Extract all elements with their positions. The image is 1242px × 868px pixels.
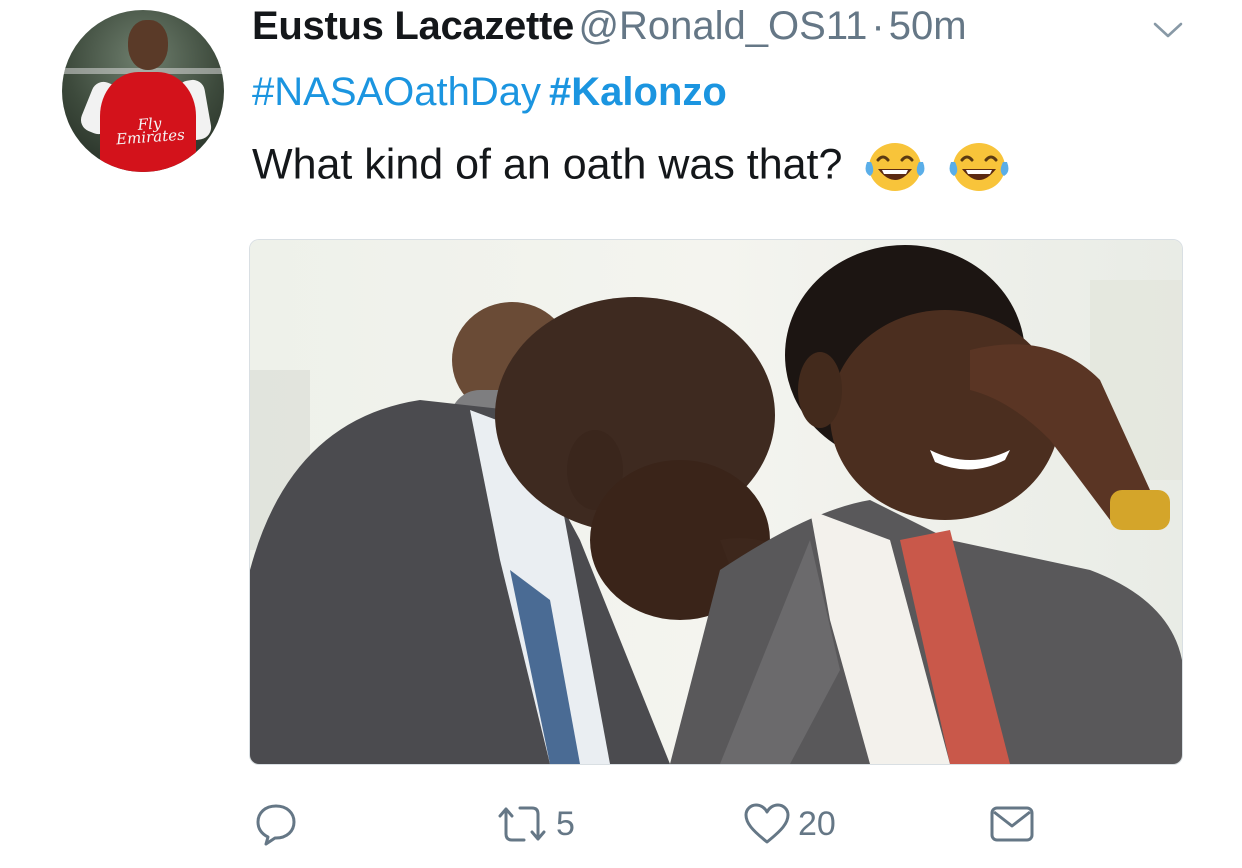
reply-button[interactable]: [252, 800, 306, 848]
tweet-timestamp[interactable]: 50m: [889, 4, 967, 48]
tweet-header: Eustus Lacazette @Ronald_OS11 · 50m: [252, 4, 967, 60]
avatar-shirt-sponsor: Fly Emirates: [115, 114, 186, 149]
tweet-text: What kind of an oath was that?: [252, 140, 1010, 194]
author-avatar[interactable]: Fly Emirates: [62, 10, 224, 172]
tears-of-joy-emoji-icon: [949, 143, 1009, 191]
photo-illustration: [250, 240, 1182, 764]
reply-icon: [256, 804, 296, 846]
tweet-actions: 5 20: [0, 790, 1242, 860]
author-handle[interactable]: @Ronald_OS11: [578, 4, 867, 48]
chevron-down-icon[interactable]: [1152, 20, 1184, 40]
separator-dot: ·: [871, 4, 885, 48]
hashtag-nasaoathday[interactable]: #NASAOathDay: [252, 70, 541, 114]
direct-message-button[interactable]: [988, 802, 1042, 846]
retweet-icon: [498, 806, 546, 842]
retweet-count: 5: [556, 804, 575, 843]
author-name[interactable]: Eustus Lacazette: [252, 4, 574, 48]
hashtag-line: #NASAOathDay #Kalonzo: [252, 70, 727, 115]
like-button[interactable]: 20: [742, 800, 836, 848]
like-count: 20: [798, 804, 836, 843]
retweet-button[interactable]: 5: [494, 800, 575, 848]
tears-of-joy-emoji-icon: [865, 143, 925, 191]
envelope-icon: [990, 806, 1034, 842]
tweet-photo[interactable]: [249, 239, 1183, 765]
avatar-head: [128, 20, 168, 70]
tweet-body: What kind of an oath was that?: [252, 140, 843, 189]
hashtag-kalonzo[interactable]: #Kalonzo: [549, 70, 727, 114]
heart-icon: [744, 803, 790, 844]
